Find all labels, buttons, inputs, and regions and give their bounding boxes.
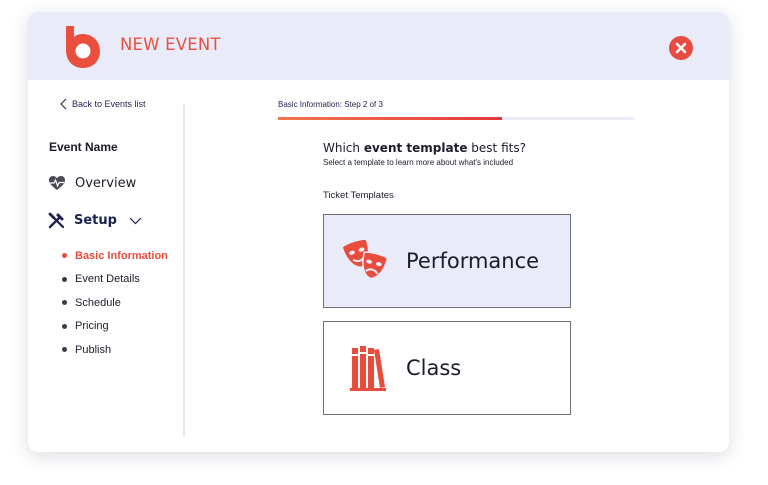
template-question: Which event template best fits?: [323, 141, 526, 155]
sidebar-divider: [183, 104, 185, 436]
setup-substeps: Basic Information Event Details Schedule…: [62, 244, 168, 362]
close-circle-icon: [675, 42, 687, 54]
template-card-class[interactable]: Class: [323, 321, 571, 415]
nav-setup-label: Setup: [74, 213, 117, 228]
modal-title: NEW EVENT: [120, 35, 221, 54]
nav-overview-label: Overview: [75, 175, 137, 191]
substep-label: Event Details: [75, 273, 140, 286]
substep-schedule[interactable]: Schedule: [62, 291, 168, 315]
event-name-heading: Event Name: [49, 140, 118, 154]
ticket-templates-label: Ticket Templates: [323, 190, 394, 201]
progress-bar-fill: [278, 117, 503, 120]
books-icon: [350, 346, 386, 391]
substep-basic-information[interactable]: Basic Information: [62, 244, 168, 268]
back-link-label: Back to Events list: [72, 99, 146, 109]
substep-pricing[interactable]: Pricing: [62, 315, 168, 339]
bullet-dot: [62, 323, 67, 329]
heart-pulse-icon: [49, 176, 65, 190]
substep-label: Pricing: [75, 320, 109, 333]
new-event-modal: NEW EVENT Back to Events list Event Name…: [28, 12, 729, 452]
substep-label: Basic Information: [75, 249, 168, 262]
bullet-dot: [62, 300, 67, 306]
template-question-subtext: Select a template to learn more about wh…: [323, 158, 514, 167]
template-card-performance[interactable]: Performance: [323, 214, 571, 308]
step-indicator: Basic Information: Step 2 of 3: [278, 100, 383, 109]
chevron-down-icon[interactable]: [129, 217, 142, 225]
substep-event-details[interactable]: Event Details: [62, 268, 168, 292]
nav-item-overview[interactable]: Overview: [48, 175, 136, 191]
chevron-left-icon: [60, 98, 67, 110]
question-bold: event template: [363, 141, 468, 155]
progress-bar: [278, 117, 634, 120]
template-label-performance: Performance: [406, 249, 540, 273]
modal-header: NEW EVENT: [28, 12, 729, 80]
theater-masks-icon: [342, 239, 389, 280]
bullet-dot: [62, 276, 67, 282]
bullet-dot: [62, 347, 67, 353]
close-button[interactable]: [669, 36, 693, 60]
back-to-events-link[interactable]: Back to Events list: [60, 98, 146, 110]
question-suffix: best fits?: [471, 141, 526, 155]
bullet-dot: [62, 253, 67, 259]
question-prefix: Which: [323, 141, 361, 155]
substep-label: Publish: [75, 343, 112, 356]
nav-item-setup[interactable]: Setup: [48, 212, 142, 229]
substep-publish[interactable]: Publish: [62, 338, 168, 362]
tools-icon: [48, 212, 65, 229]
template-label-class: Class: [406, 356, 462, 380]
substep-label: Schedule: [75, 296, 121, 309]
droplet-logo: [66, 26, 100, 68]
